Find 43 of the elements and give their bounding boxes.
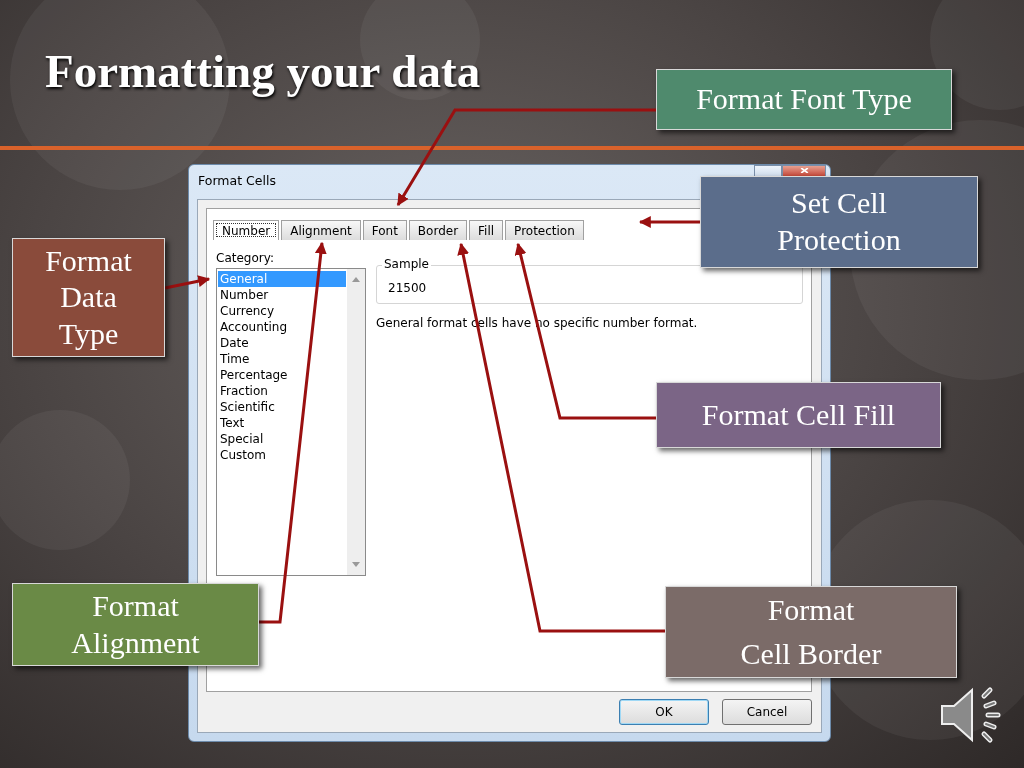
list-item[interactable]: Fraction xyxy=(218,383,346,399)
callout-text: Format Cell Fill xyxy=(701,396,896,433)
callout-text: Alignment xyxy=(71,624,200,661)
tab[interactable]: Protection xyxy=(505,220,584,240)
callout-text: Format xyxy=(92,587,179,624)
scroll-down-icon[interactable] xyxy=(352,562,360,567)
group-label: Sample xyxy=(382,257,431,271)
close-button[interactable] xyxy=(782,165,826,176)
list-item[interactable]: Scientific xyxy=(218,399,346,415)
scrollbar[interactable] xyxy=(347,269,365,575)
list-item[interactable]: Currency xyxy=(218,303,346,319)
sample-value: 21500 xyxy=(388,281,427,295)
tab[interactable]: Fill xyxy=(469,220,504,240)
scroll-up-icon[interactable] xyxy=(352,277,360,282)
tab[interactable]: Number xyxy=(213,220,280,240)
help-button[interactable] xyxy=(754,165,782,176)
list-item[interactable]: Number xyxy=(218,287,346,303)
list-item[interactable]: Time xyxy=(218,351,346,367)
slide-title: Formatting your data xyxy=(45,48,481,95)
callout-text: Format xyxy=(45,242,132,279)
tab[interactable]: Border xyxy=(408,220,468,240)
tab[interactable]: Font xyxy=(362,220,407,240)
list-item[interactable]: Text xyxy=(218,415,346,431)
leader-arrow xyxy=(164,275,211,290)
callout-text: Format Font Type xyxy=(696,81,912,118)
window-title: Format Cells xyxy=(198,173,276,188)
close-icon xyxy=(799,168,809,173)
ok-button[interactable]: OK xyxy=(619,699,709,725)
callout-text: Data xyxy=(60,279,117,316)
callout-text: Format xyxy=(767,595,855,625)
cancel-button[interactable]: Cancel xyxy=(722,699,812,725)
callout-text: Set Cell xyxy=(791,185,887,222)
callout-text: Cell Border xyxy=(740,639,882,669)
leader-arrow xyxy=(638,216,700,228)
callout-text: Type xyxy=(58,315,119,352)
field-label: Category: xyxy=(216,251,275,265)
tab[interactable]: Alignment xyxy=(281,220,361,240)
list-item[interactable]: Date xyxy=(218,335,346,351)
list-item[interactable]: Percentage xyxy=(218,367,346,383)
list-item[interactable]: Accounting xyxy=(218,319,346,335)
list-item[interactable]: Custom xyxy=(218,447,346,463)
list-item[interactable]: Special xyxy=(218,431,346,447)
callout-text: Protection xyxy=(777,222,901,258)
